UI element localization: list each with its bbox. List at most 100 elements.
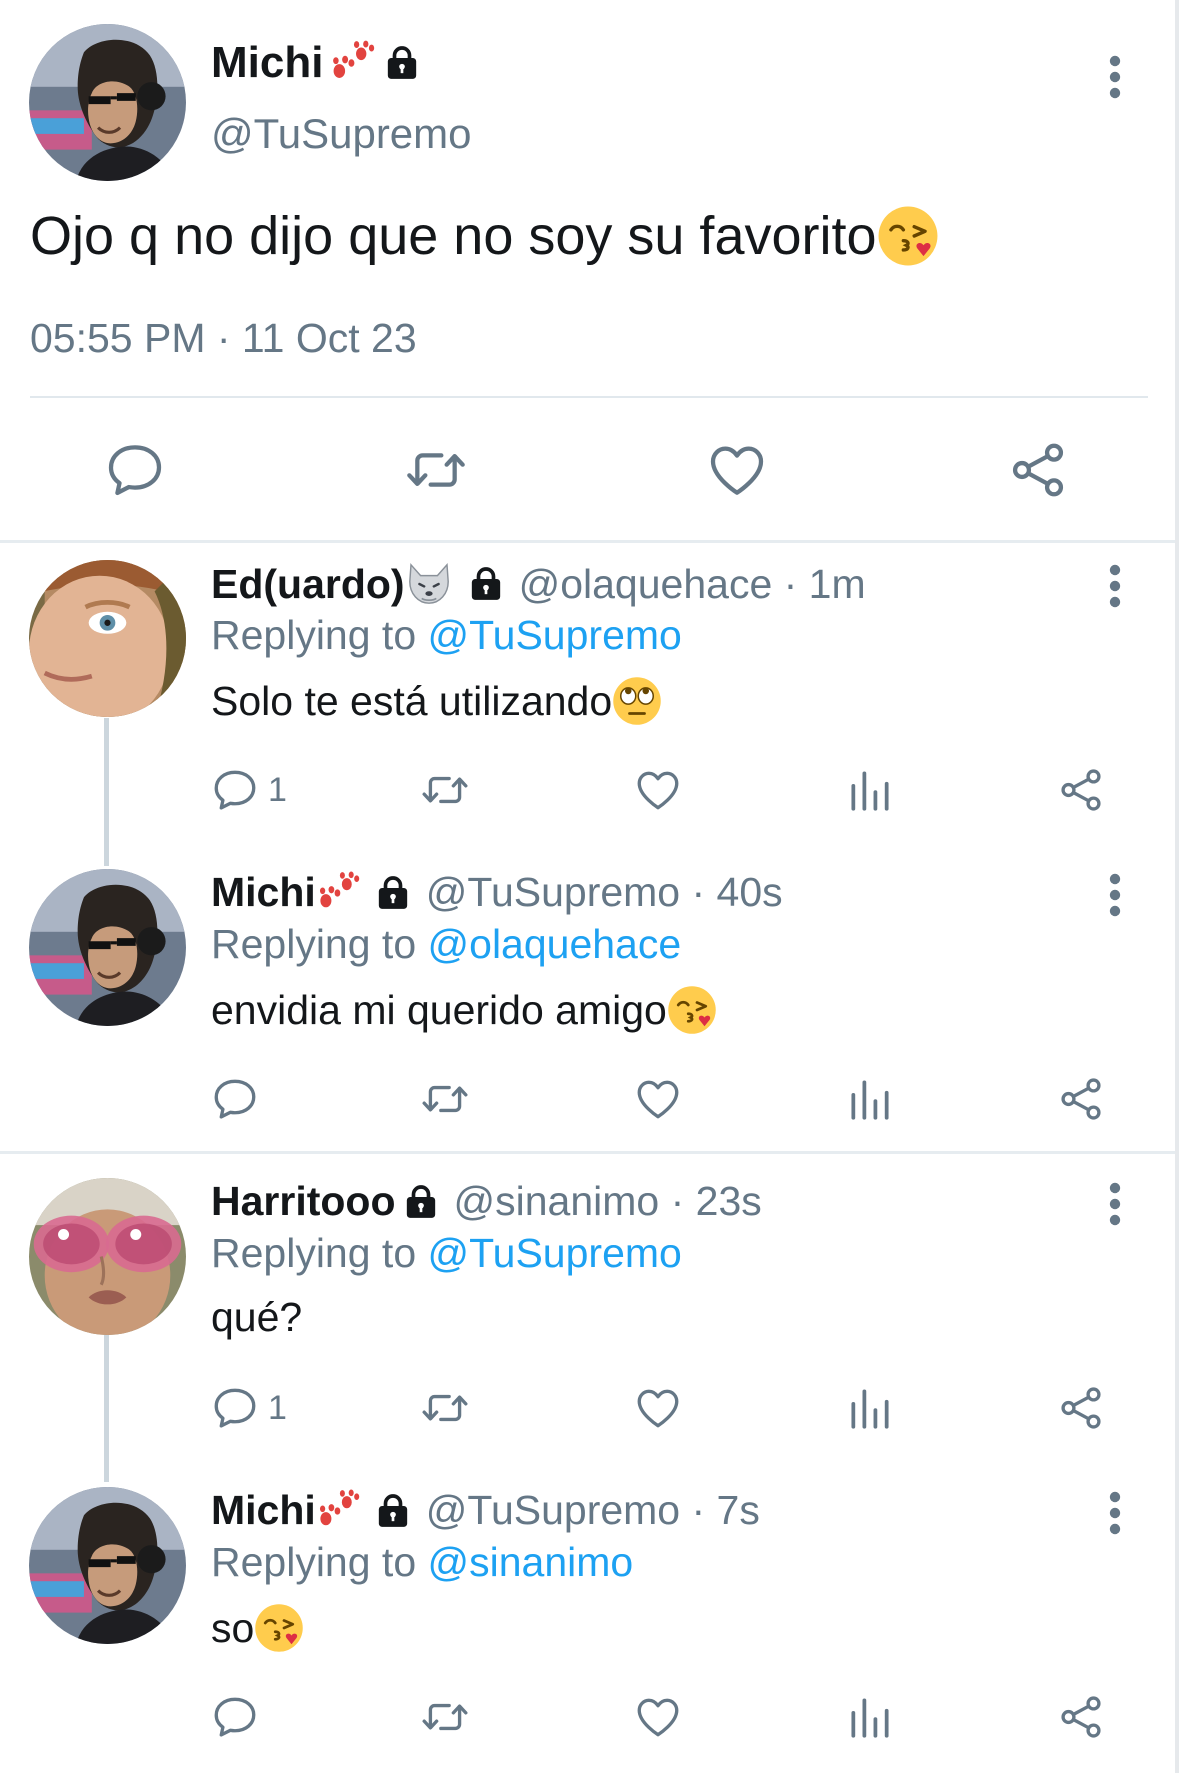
reply-button[interactable] [210,1073,268,1125]
reply-text-content: qué? [211,1294,303,1340]
mention-link[interactable]: @TuSupremo [428,1230,682,1276]
mention-link[interactable]: @sinanimo [428,1539,634,1585]
author-name[interactable]: Michi [211,1487,316,1534]
more-options-icon[interactable] [1105,1491,1125,1535]
author-name[interactable]: Michi [211,38,423,88]
avatar[interactable] [29,1178,186,1335]
section-divider [0,1151,1175,1154]
retweet-button[interactable] [420,1691,470,1743]
replying-to: Replying to @TuSupremo [211,612,682,659]
like-button[interactable] [633,1382,683,1434]
reply-text-content: envidia mi querido amigo [211,986,667,1033]
tweet-text-content: Ojo q no dijo que no soy su favorito [30,206,877,266]
share-button[interactable] [1056,1073,1106,1125]
retweet-button[interactable] [420,764,470,816]
reply-icon [210,1383,260,1433]
author-handle[interactable]: @TuSupremo [211,110,472,158]
more-options-icon[interactable] [1105,1182,1125,1226]
main-tweet: Michi @TuSupremo Ojo q no dijo que no so… [0,0,1175,544]
share-icon [1056,1383,1106,1433]
like-icon [633,1074,683,1124]
replying-to: Replying to @sinanimo [211,1539,633,1586]
share-icon [1056,1074,1106,1124]
mention-link[interactable]: @olaquehace [428,921,682,967]
kiss-emoji-icon [877,205,939,267]
retweet-button[interactable] [420,1382,470,1434]
handle-and-time: @TuSupremo · 7s [425,1487,760,1533]
reply-header: Michi @TuSupremo · 40s [211,869,783,916]
reply-text: qué? [211,1294,302,1341]
paw-emoji-icon [329,40,375,86]
divider [30,396,1148,398]
reply-icon[interactable] [103,438,167,502]
avatar[interactable] [29,1487,186,1644]
more-options-icon[interactable] [1105,564,1125,608]
author-name[interactable]: Harritooo [211,1178,396,1225]
author-name[interactable]: Ed(uardo) [211,561,405,608]
tweet-text: Ojo q no dijo que no soy su favorito [30,205,939,267]
reply-tweet[interactable]: Ed(uardo) @olaquehace · 1m Replying to @… [0,538,1175,848]
handle-and-time: @sinanimo · 23s [453,1178,762,1224]
replying-prefix: Replying to [211,921,428,967]
replying-prefix: Replying to [211,1539,428,1585]
stats-icon [845,765,895,815]
like-icon [633,1692,683,1742]
reply-header: Harritooo @sinanimo · 23s [211,1178,762,1225]
replying-prefix: Replying to [211,1230,428,1276]
avatar[interactable] [29,24,186,181]
replying-to: Replying to @olaquehace [211,921,681,968]
lock-icon [381,43,423,83]
reply-header: Ed(uardo) @olaquehace · 1m [211,560,866,608]
paw-emoji-icon [316,871,360,915]
reply-text-content: so [211,1604,255,1651]
tweet-timestamp: 05:55 PM · 11 Oct 23 [30,315,417,361]
right-edge-divider [1175,0,1179,1773]
reply-text: envidia mi querido amigo [211,985,717,1035]
stats-icon [845,1383,895,1433]
reply-tweet[interactable]: Michi @TuSupremo · 40s Replying to @olaq… [0,847,1175,1147]
paw-emoji-icon [316,1489,360,1533]
like-button[interactable] [633,1691,683,1743]
retweet-icon [420,1383,470,1433]
handle-and-time: @TuSupremo · 40s [425,869,783,915]
analytics-button[interactable] [845,1382,895,1434]
tweet-actions [0,438,1175,502]
replying-prefix: Replying to [211,612,428,658]
like-button[interactable] [633,764,683,816]
reply-button[interactable]: 1 [210,764,287,816]
share-button[interactable] [1056,764,1106,816]
reply-icon [210,1692,260,1742]
like-icon[interactable] [705,438,769,502]
stats-icon [845,1692,895,1742]
reply-tweet[interactable]: Michi @TuSupremo · 7s Replying to @sinan… [0,1465,1175,1773]
more-options-icon[interactable] [1105,873,1125,917]
reply-icon [210,1074,260,1124]
wolf-emoji-icon [405,560,453,608]
reply-header: Michi @TuSupremo · 7s [211,1487,760,1534]
like-button[interactable] [633,1073,683,1125]
analytics-button[interactable] [845,1691,895,1743]
lock-icon [372,1491,414,1531]
reply-text: Solo te está utilizando [211,676,662,726]
reply-tweet[interactable]: Harritooo @sinanimo · 23s Replying to @T… [0,1156,1175,1464]
share-button[interactable] [1056,1382,1106,1434]
share-icon[interactable] [1006,438,1070,502]
lock-icon [372,873,414,913]
retweet-icon[interactable] [404,438,468,502]
like-icon [633,765,683,815]
more-options-icon[interactable] [1105,55,1125,99]
analytics-button[interactable] [845,1073,895,1125]
reply-button[interactable]: 1 [210,1382,287,1434]
reply-button[interactable] [210,1691,268,1743]
reply-count: 1 [268,770,287,809]
retweet-button[interactable] [420,1073,470,1125]
analytics-button[interactable] [845,764,895,816]
share-button[interactable] [1056,1691,1106,1743]
reply-text: so [211,1603,304,1653]
stats-icon [845,1074,895,1124]
share-icon [1056,765,1106,815]
author-name[interactable]: Michi [211,869,316,916]
avatar[interactable] [29,869,186,1026]
mention-link[interactable]: @TuSupremo [428,612,682,658]
avatar[interactable] [29,560,186,717]
